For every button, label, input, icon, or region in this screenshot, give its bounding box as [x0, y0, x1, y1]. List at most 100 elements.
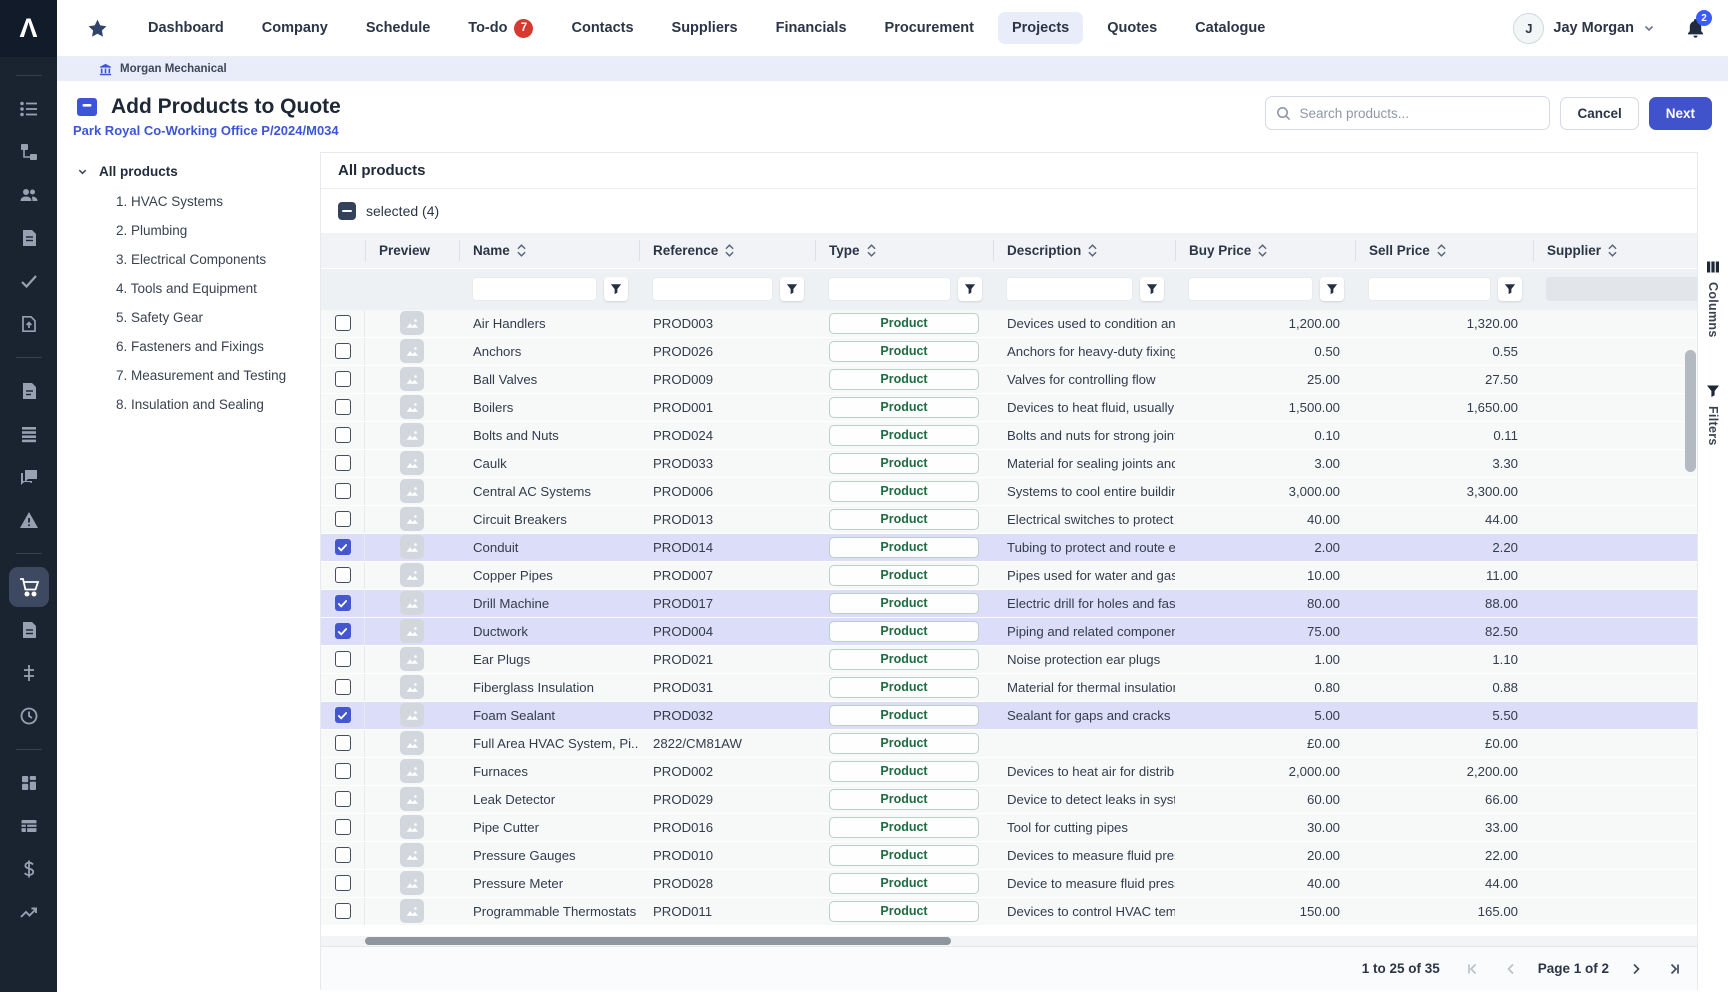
vertical-scrollbar[interactable] — [1685, 312, 1696, 552]
tree-root-all-products[interactable]: All products — [57, 152, 320, 183]
check-icon[interactable] — [17, 269, 41, 293]
dollar-icon[interactable] — [17, 857, 41, 881]
table-row[interactable]: Ear Plugs PROD021 Product Noise protecti… — [321, 645, 1697, 674]
sort-icon[interactable] — [1088, 244, 1097, 257]
table-row[interactable]: Copper Pipes PROD007 Product Pipes used … — [321, 561, 1697, 590]
adjustments-icon[interactable] — [17, 661, 41, 685]
table-row[interactable]: Pressure Gauges PROD010 Product Devices … — [321, 841, 1697, 870]
name-filter-input[interactable] — [472, 277, 597, 302]
tree-item[interactable]: 2. Plumbing — [57, 216, 320, 245]
table-row[interactable]: Bolts and Nuts PROD024 Product Bolts and… — [321, 421, 1697, 450]
document-icon[interactable] — [17, 226, 41, 250]
table-row[interactable]: Furnaces PROD002 Product Devices to heat… — [321, 757, 1697, 786]
favorites-star-icon[interactable] — [87, 18, 108, 39]
table-row[interactable]: Fiberglass Insulation PROD031 Product Ma… — [321, 673, 1697, 702]
column-header-name[interactable]: Name — [459, 233, 639, 268]
row-checkbox[interactable] — [334, 623, 351, 640]
name-filter-funnel-button[interactable] — [604, 277, 628, 302]
table-row[interactable]: Pipe Cutter PROD016 Product Tool for cut… — [321, 813, 1697, 842]
sort-icon[interactable] — [517, 244, 526, 257]
sort-icon[interactable] — [1258, 244, 1267, 257]
columns-tab[interactable]: Columns — [1706, 260, 1720, 338]
trend-icon[interactable] — [17, 900, 41, 924]
list-icon[interactable] — [17, 97, 41, 121]
table-row[interactable]: Full Area HVAC System, Pi... 2822/CM81AW… — [321, 729, 1697, 758]
app-logo[interactable]: Λ — [0, 0, 57, 57]
nav-item-dashboard[interactable]: Dashboard — [134, 12, 238, 44]
nav-item-schedule[interactable]: Schedule — [352, 12, 444, 44]
row-checkbox[interactable] — [334, 371, 351, 388]
table-row[interactable]: Programmable Thermostats PROD011 Product… — [321, 897, 1697, 926]
tree-item[interactable]: 6. Fasteners and Fixings — [57, 332, 320, 361]
tree-item[interactable]: 5. Safety Gear — [57, 303, 320, 332]
reference-filter-funnel-button[interactable] — [780, 277, 804, 302]
tree-item[interactable]: 7. Measurement and Testing — [57, 361, 320, 390]
table-row[interactable]: Ductwork PROD004 Product Piping and rela… — [321, 617, 1697, 646]
buy-price-filter-input[interactable] — [1188, 277, 1313, 302]
users-icon[interactable] — [17, 183, 41, 207]
table-row[interactable]: Caulk PROD033 Product Material for seali… — [321, 449, 1697, 478]
nav-item-company[interactable]: Company — [248, 12, 342, 44]
row-checkbox[interactable] — [334, 707, 351, 724]
column-header-description[interactable]: Description — [993, 233, 1175, 268]
row-checkbox[interactable] — [334, 427, 351, 444]
table-row[interactable]: Central AC Systems PROD006 Product Syste… — [321, 477, 1697, 506]
chat-icon[interactable] — [17, 465, 41, 489]
table-row[interactable]: Anchors PROD026 Product Anchors for heav… — [321, 337, 1697, 366]
sell-price-filter-funnel-button[interactable] — [1498, 277, 1522, 302]
sort-icon[interactable] — [1437, 244, 1446, 257]
row-checkbox[interactable] — [334, 455, 351, 472]
type-filter-input[interactable] — [828, 277, 951, 302]
row-checkbox[interactable] — [334, 847, 351, 864]
row-checkbox[interactable] — [334, 399, 351, 416]
sort-icon[interactable] — [866, 244, 876, 257]
row-checkbox[interactable] — [334, 735, 351, 752]
user-menu[interactable]: J Jay Morgan — [1513, 12, 1655, 44]
rows-icon[interactable] — [17, 422, 41, 446]
filters-tab[interactable]: Filters — [1706, 384, 1720, 445]
buy-price-filter-funnel-button[interactable] — [1320, 277, 1344, 302]
column-header-supplier[interactable]: Supplier — [1533, 233, 1697, 268]
row-checkbox[interactable] — [334, 315, 351, 332]
previous-page-button[interactable] — [1500, 958, 1522, 980]
nav-item-projects[interactable]: Projects — [997, 12, 1084, 44]
grid-icon[interactable] — [17, 771, 41, 795]
tree-item[interactable]: 3. Electrical Components — [57, 245, 320, 274]
horizontal-scrollbar[interactable] — [321, 936, 1697, 947]
nav-item-to-do[interactable]: To-do 7 — [454, 11, 547, 46]
breadcrumb[interactable]: Morgan Mechanical — [57, 57, 1728, 81]
column-header-sell-price[interactable]: Sell Price — [1355, 233, 1533, 268]
row-checkbox[interactable] — [334, 819, 351, 836]
tree-item[interactable]: 8. Insulation and Sealing — [57, 390, 320, 419]
document-lines-icon[interactable] — [17, 379, 41, 403]
row-checkbox[interactable] — [334, 483, 351, 500]
row-checkbox[interactable] — [334, 903, 351, 920]
table-row[interactable]: Boilers PROD001 Product Devices to heat … — [321, 393, 1697, 422]
warning-icon[interactable] — [17, 508, 41, 532]
hierarchy-icon[interactable] — [17, 140, 41, 164]
nav-item-contacts[interactable]: Contacts — [557, 12, 647, 44]
next-page-button[interactable] — [1625, 958, 1647, 980]
column-header-reference[interactable]: Reference — [639, 233, 815, 268]
cart-icon[interactable] — [8, 567, 49, 607]
select-all-indeterminate-checkbox[interactable] — [338, 201, 356, 220]
nav-item-catalogue[interactable]: Catalogue — [1181, 12, 1279, 44]
table-row[interactable]: Ball Valves PROD009 Product Valves for c… — [321, 365, 1697, 394]
table-row[interactable]: Drill Machine PROD017 Product Electric d… — [321, 589, 1697, 618]
nav-item-procurement[interactable]: Procurement — [871, 12, 988, 44]
table-icon[interactable] — [17, 814, 41, 838]
invoice-icon[interactable] — [17, 618, 41, 642]
reference-filter-input[interactable] — [652, 277, 773, 302]
notifications-bell[interactable]: 2 — [1685, 10, 1712, 39]
table-row[interactable]: Foam Sealant PROD032 Product Sealant for… — [321, 701, 1697, 730]
nav-item-suppliers[interactable]: Suppliers — [658, 12, 752, 44]
sort-icon[interactable] — [725, 244, 734, 257]
row-checkbox[interactable] — [334, 875, 351, 892]
vertical-scrollbar-thumb[interactable] — [1685, 349, 1696, 472]
row-checkbox[interactable] — [334, 679, 351, 696]
description-filter-input[interactable] — [1006, 277, 1133, 302]
tree-item[interactable]: 4. Tools and Equipment — [57, 274, 320, 303]
tree-item[interactable]: 1. HVAC Systems — [57, 187, 320, 216]
row-checkbox[interactable] — [334, 511, 351, 528]
search-input[interactable] — [1299, 105, 1540, 121]
